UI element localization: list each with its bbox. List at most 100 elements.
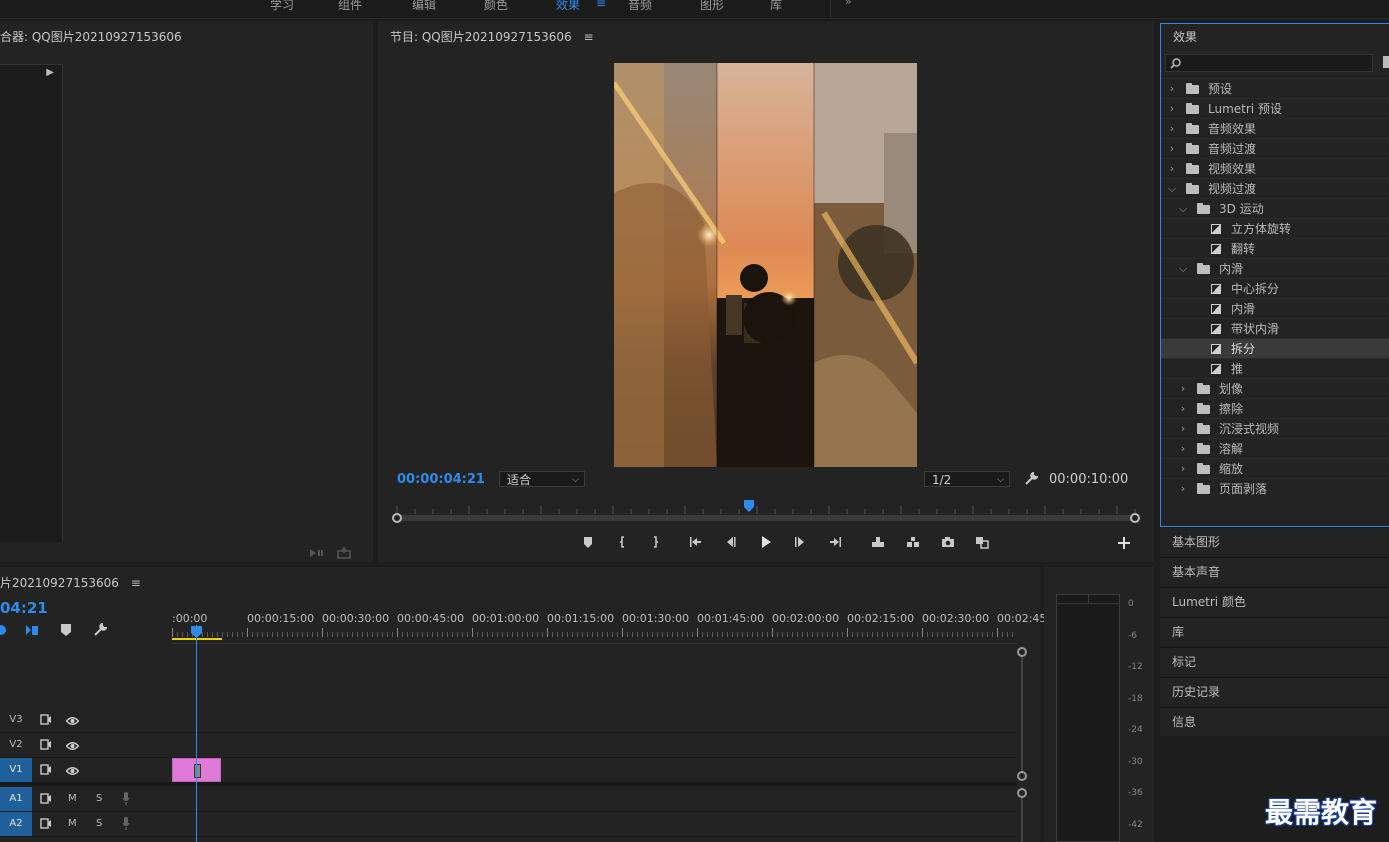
scroll-handle-audio[interactable]: [1017, 788, 1027, 798]
track-divider[interactable]: [0, 783, 1017, 786]
audio-track-lane[interactable]: [172, 787, 1017, 812]
eye-icon[interactable]: [65, 765, 80, 779]
side-panel-tab[interactable]: 基本图形: [1160, 527, 1389, 556]
workspace-tab[interactable]: 库: [770, 0, 782, 13]
workspace-tab[interactable]: 音频: [628, 0, 652, 13]
workspace-tab[interactable]: 颜色: [484, 0, 508, 13]
video-track-lane[interactable]: [172, 758, 1017, 783]
folder-item[interactable]: › 预设: [1161, 78, 1389, 98]
chevron-right-icon[interactable]: ›: [1178, 479, 1188, 499]
chevron-right-icon[interactable]: ›: [1178, 419, 1188, 439]
folder-item[interactable]: › Lumetri 预设: [1161, 98, 1389, 118]
microphone-icon[interactable]: [122, 817, 130, 834]
chevron-down-icon[interactable]: ⌵: [1178, 199, 1188, 219]
workspace-menu-icon[interactable]: ≡: [596, 0, 606, 10]
program-menu-icon[interactable]: ≡: [583, 30, 593, 44]
folder-item[interactable]: › 沉浸式视频: [1161, 418, 1389, 438]
step-back-icon[interactable]: [723, 535, 739, 551]
timeline-playhead[interactable]: [191, 626, 202, 641]
insert-icon[interactable]: [308, 544, 326, 562]
add-button-icon[interactable]: [1116, 535, 1132, 551]
track-label[interactable]: V3: [0, 708, 32, 732]
folder-item[interactable]: › 溶解: [1161, 438, 1389, 458]
folder-item[interactable]: › 音频效果: [1161, 118, 1389, 138]
workspace-tab[interactable]: 组件: [338, 0, 362, 13]
marker-icon[interactable]: [59, 623, 73, 637]
expand-arrow-icon[interactable]: ▶: [46, 67, 54, 78]
side-panel-tab[interactable]: 库: [1160, 617, 1389, 646]
mark-in-icon[interactable]: [616, 535, 632, 551]
chevron-right-icon[interactable]: ›: [1167, 139, 1177, 159]
sync-lock-icon[interactable]: [40, 818, 52, 832]
folder-item[interactable]: › 划像: [1161, 378, 1389, 398]
export-frame-icon[interactable]: [335, 544, 353, 562]
scroll-handle-mid[interactable]: [1017, 771, 1027, 781]
chevron-right-icon[interactable]: ›: [1178, 399, 1188, 419]
folder-item[interactable]: › 视频效果: [1161, 158, 1389, 178]
sync-lock-icon[interactable]: [40, 739, 52, 753]
chevron-down-icon[interactable]: ⌵: [1167, 179, 1177, 199]
resolution-select[interactable]: 1/2 ⌵: [924, 471, 1010, 487]
sync-lock-icon[interactable]: [40, 793, 52, 807]
playhead[interactable]: [744, 500, 755, 512]
chevron-right-icon[interactable]: ›: [1167, 159, 1177, 179]
effect-item[interactable]: 推: [1161, 358, 1389, 378]
folder-item[interactable]: ⌵ 视频过渡: [1161, 178, 1389, 198]
track-label[interactable]: V1: [0, 758, 32, 782]
solo-button[interactable]: S: [96, 787, 102, 811]
side-panel-tab[interactable]: 历史记录: [1160, 677, 1389, 706]
time-ruler[interactable]: :00:00 00:00:15:00 00:00:30:00 00:00:45:00 0…: [172, 607, 1050, 643]
track-label[interactable]: A1: [0, 787, 32, 811]
timeline-menu-icon[interactable]: ≡: [131, 576, 141, 590]
lift-icon[interactable]: [870, 535, 886, 551]
solo-button[interactable]: S: [96, 812, 102, 836]
workspace-tab[interactable]: 编辑: [412, 0, 436, 13]
sync-lock-icon[interactable]: [40, 714, 52, 728]
video-track-lane[interactable]: [172, 708, 1017, 733]
folder-item[interactable]: › 页面剥落: [1161, 478, 1389, 498]
effect-item[interactable]: 中心拆分: [1161, 278, 1389, 298]
workspace-tab[interactable]: 效果: [556, 0, 580, 13]
camera-icon[interactable]: [940, 535, 956, 551]
folder-item[interactable]: › 擦除: [1161, 398, 1389, 418]
go-to-out-icon[interactable]: [828, 535, 844, 551]
chevron-right-icon[interactable]: ›: [1167, 119, 1177, 139]
folder-item[interactable]: › 缩放: [1161, 458, 1389, 478]
scrub-bar[interactable]: [392, 500, 1140, 524]
folder-item[interactable]: ⌵ 3D 运动: [1161, 198, 1389, 218]
side-panel-tab[interactable]: 标记: [1160, 647, 1389, 676]
go-to-in-icon[interactable]: [688, 535, 704, 551]
out-handle[interactable]: [1130, 513, 1140, 523]
mute-button[interactable]: M: [68, 812, 77, 836]
effects-search-input[interactable]: [1165, 54, 1373, 72]
side-panel-tab[interactable]: Lumetri 颜色: [1160, 587, 1389, 616]
microphone-icon[interactable]: [122, 792, 130, 809]
step-forward-icon[interactable]: [793, 535, 809, 551]
chevron-down-icon[interactable]: ⌵: [1178, 259, 1188, 279]
compare-view-icon[interactable]: [974, 535, 990, 551]
side-panel-tab[interactable]: 基本声音: [1160, 557, 1389, 586]
new-bin-icon[interactable]: [1383, 56, 1389, 68]
effect-item[interactable]: 翻转: [1161, 238, 1389, 258]
in-handle[interactable]: [392, 513, 402, 523]
effect-item[interactable]: 立方体旋转: [1161, 218, 1389, 238]
fit-select[interactable]: 适合 ⌵: [499, 471, 585, 487]
side-panel-tab[interactable]: 信息: [1160, 707, 1389, 736]
workspace-tab[interactable]: 图形: [700, 0, 724, 13]
video-track-lane[interactable]: [172, 733, 1017, 758]
timeline-vscroll[interactable]: [1017, 647, 1027, 842]
chevron-right-icon[interactable]: ›: [1178, 459, 1188, 479]
workspace-overflow[interactable]: »: [830, 0, 861, 18]
folder-item[interactable]: ⌵ 内滑: [1161, 258, 1389, 278]
effect-item[interactable]: 带状内滑: [1161, 318, 1389, 338]
effect-item[interactable]: 拆分: [1161, 338, 1389, 358]
scroll-handle-top[interactable]: [1017, 647, 1027, 657]
timeline-wrench-icon[interactable]: [92, 623, 108, 637]
wrench-icon[interactable]: [1022, 470, 1040, 488]
chevron-right-icon[interactable]: ›: [1167, 79, 1177, 99]
add-marker-icon[interactable]: [581, 535, 597, 551]
eye-icon[interactable]: [65, 715, 80, 729]
track-label[interactable]: V2: [0, 733, 32, 757]
folder-item[interactable]: › 音频过渡: [1161, 138, 1389, 158]
nest-icon[interactable]: [0, 623, 8, 637]
